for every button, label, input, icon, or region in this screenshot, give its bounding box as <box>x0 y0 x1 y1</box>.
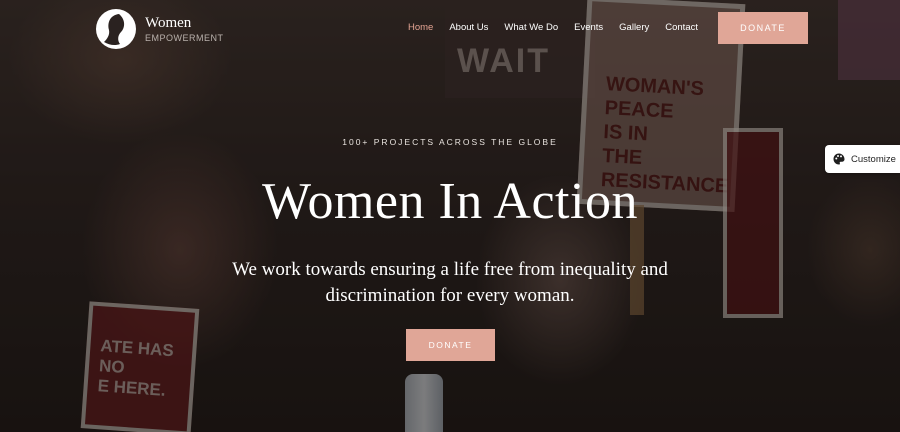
customize-button[interactable]: Customize <box>825 145 900 173</box>
palette-icon <box>833 153 845 165</box>
nav-about-us[interactable]: About Us <box>449 22 488 33</box>
nav-what-we-do[interactable]: What We Do <box>504 22 558 33</box>
nav-gallery[interactable]: Gallery <box>619 22 649 33</box>
main-nav: Home About Us What We Do Events Gallery … <box>408 22 714 33</box>
hero-title: Women In Action <box>262 173 638 230</box>
nav-contact[interactable]: Contact <box>665 22 698 33</box>
nav-events[interactable]: Events <box>574 22 603 33</box>
woman-silhouette-icon <box>96 9 136 49</box>
hero-eyebrow: 100+ PROJECTS ACROSS THE GLOBE <box>342 137 558 147</box>
hero-section: WAIT WOMAN'S PEACE IS IN THE RESISTANCE … <box>0 0 900 432</box>
hero-donate-button[interactable]: DONATE <box>406 329 495 361</box>
hero-subtitle: We work towards ensuring a life free fro… <box>232 259 668 306</box>
brand-tagline: EMPOWERMENT <box>145 33 224 43</box>
nav-home[interactable]: Home <box>408 22 433 33</box>
nav-donate-button[interactable]: DONATE <box>718 12 808 44</box>
customize-label: Customize <box>851 153 896 165</box>
site-logo[interactable]: Women EMPOWERMENT <box>95 8 224 50</box>
brand-name: Women <box>145 15 192 31</box>
